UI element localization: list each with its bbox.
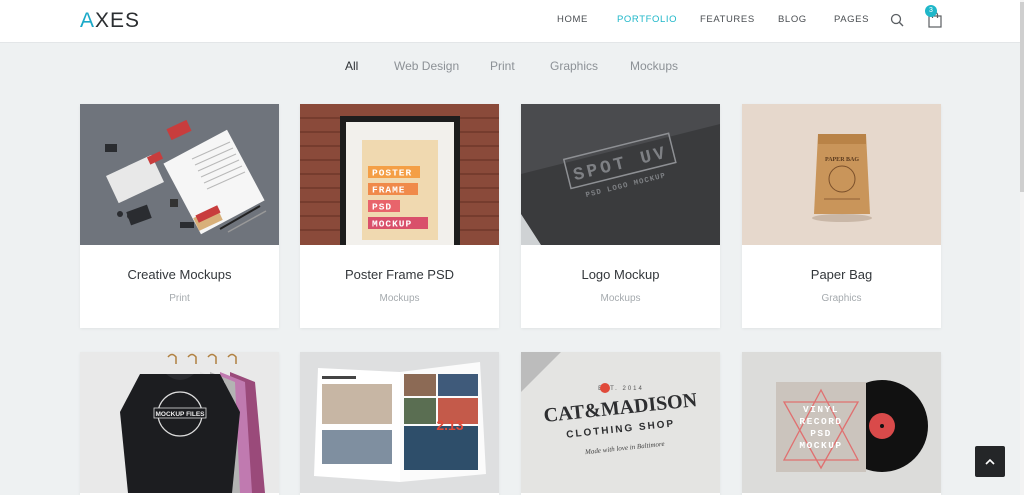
card-category[interactable]: Mockups [300,293,499,304]
search-icon[interactable] [890,13,904,27]
magazine-mockup-image: 2.13 [300,352,499,493]
portfolio-card-logo-mockup[interactable]: SPOT UV PSD LOGO MOCKUP Logo Mockup Mock… [521,104,720,328]
scrollbar-thumb[interactable] [1020,2,1024,192]
poster-line-1: POSTER [372,168,412,179]
filter-all[interactable]: All [345,59,358,73]
portfolio-card-paper-bag[interactable]: PAPER BAG Paper Bag Graphics [742,104,941,328]
vinyl-line-3: PSD [810,428,832,439]
portfolio-card-sweatshirt[interactable]: MOCKUP FILES [80,352,279,495]
site-logo[interactable]: AXES [80,9,140,33]
poster-line-4: MOCKUP [372,219,412,230]
nav-home[interactable]: HOME [557,14,588,25]
card-title[interactable]: Creative Mockups [80,267,279,282]
vinyl-line-1: VINYL [803,404,839,415]
poster-line-2: FRAME [372,185,406,196]
scroll-to-top-button[interactable] [975,446,1005,477]
sweatshirt-mockup-image: MOCKUP FILES [80,352,279,493]
page-scrollbar[interactable] [1020,0,1024,495]
card-title[interactable]: Logo Mockup [521,267,720,282]
chevron-up-icon [985,458,995,465]
magazine-page-number: 2.13 [436,417,463,433]
site-header: AXES HOME PORTFOLIO FEATURES BLOG PAGES … [0,0,1024,43]
portfolio-card-magazine[interactable]: 2.13 [300,352,499,495]
filter-graphics[interactable]: Graphics [550,59,598,73]
filter-mockups[interactable]: Mockups [630,59,678,73]
vinyl-line-2: RECORD [799,416,842,427]
portfolio-card-cat-madison[interactable]: EST. 2014 CAT&MADISON CLOTHING SHOP Made… [521,352,720,495]
creative-mockups-image [80,104,279,245]
vinyl-line-4: MOCKUP [799,440,842,451]
card-title[interactable]: Paper Bag [742,267,941,282]
nav-portfolio[interactable]: PORTFOLIO [617,14,677,25]
paper-bag-image: PAPER BAG [742,104,941,245]
portfolio-card-vinyl[interactable]: VINYL RECORD PSD MOCKUP [742,352,941,495]
portfolio-filters: All Web Design Print Graphics Mockups [0,59,1024,75]
vinyl-mockup-image: VINYL RECORD PSD MOCKUP [742,352,941,493]
cat-madison-logo-image: EST. 2014 CAT&MADISON CLOTHING SHOP Made… [521,352,720,493]
nav-features[interactable]: FEATURES [700,14,755,25]
nav-blog[interactable]: BLOG [778,14,807,25]
mockup-files-label: MOCKUP FILES [156,411,206,418]
paper-bag-label: PAPER BAG [825,157,859,163]
poster-frame-image: POSTER FRAME PSD MOCKUP [300,104,499,245]
portfolio-card-creative-mockups[interactable]: Creative Mockups Print [80,104,279,328]
nav-pages[interactable]: PAGES [834,14,869,25]
filter-web-design[interactable]: Web Design [394,59,459,73]
filter-print[interactable]: Print [490,59,515,73]
card-title[interactable]: Poster Frame PSD [300,267,499,282]
card-category[interactable]: Mockups [521,293,720,304]
card-category[interactable]: Print [80,293,279,304]
portfolio-card-poster-frame[interactable]: POSTER FRAME PSD MOCKUP Poster Frame PSD… [300,104,499,328]
card-category[interactable]: Graphics [742,293,941,304]
poster-line-3: PSD [372,202,392,213]
logo-mockup-image: SPOT UV PSD LOGO MOCKUP [521,104,720,245]
cart-count-badge: 3 [925,5,937,17]
